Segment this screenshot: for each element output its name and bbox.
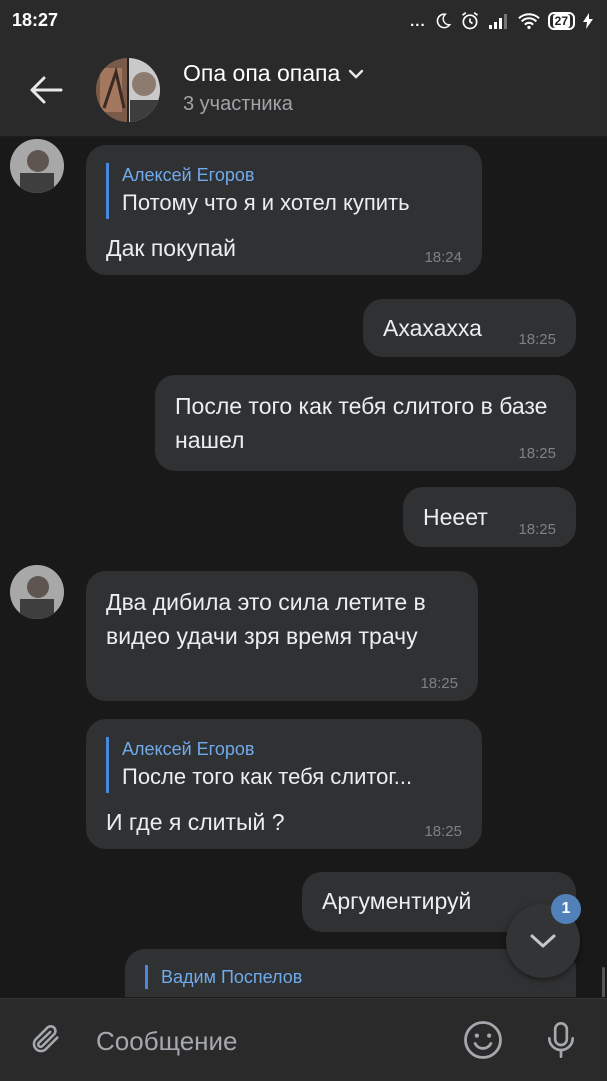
message-time: 18:25 bbox=[518, 445, 556, 462]
wifi-icon bbox=[517, 13, 540, 30]
message-text: Аргументируй bbox=[322, 888, 472, 914]
status-time: 18:27 bbox=[12, 10, 59, 30]
message-time: 18:25 bbox=[518, 331, 556, 348]
emoji-icon bbox=[464, 1021, 502, 1059]
paperclip-icon bbox=[32, 1025, 59, 1053]
chat-subtitle: 3 участника bbox=[183, 93, 293, 115]
message-bubble-outgoing[interactable]: Ахахахха 18:25 bbox=[363, 299, 576, 357]
back-button[interactable] bbox=[24, 68, 68, 112]
message-bubble-incoming[interactable]: Алексей Егоров После того как тебя слито… bbox=[86, 719, 482, 849]
message-text: После того как тебя слитого в базе нашел bbox=[175, 393, 548, 453]
unread-badge: 1 bbox=[551, 894, 581, 924]
scroll-down-chevron-icon bbox=[530, 934, 556, 948]
microphone-icon bbox=[548, 1022, 574, 1058]
message-time: 18:25 bbox=[518, 521, 556, 538]
reply-quote[interactable]: Вадим Поспелов bbox=[145, 965, 302, 989]
sender-avatar-image bbox=[10, 565, 64, 619]
attach-button[interactable] bbox=[26, 1019, 66, 1059]
sender-avatar-image bbox=[10, 139, 64, 193]
message-text: Нееет bbox=[423, 504, 488, 530]
chat-avatar-image bbox=[96, 58, 160, 122]
sender-avatar[interactable] bbox=[10, 139, 64, 193]
chat-title-text: Опа опа опапа bbox=[183, 60, 341, 86]
battery-level: 27 bbox=[552, 14, 570, 28]
chat-avatar[interactable] bbox=[96, 58, 160, 122]
battery-indicator: 27 bbox=[547, 12, 575, 30]
quote-author: Вадим Поспелов bbox=[161, 967, 303, 987]
message-time: 18:25 bbox=[420, 675, 458, 692]
message-composer bbox=[0, 998, 607, 1081]
charging-icon bbox=[583, 13, 593, 29]
chevron-down-icon bbox=[349, 69, 364, 79]
message-bubble-incoming[interactable]: Алексей Егоров Потому что я и хотел купи… bbox=[86, 145, 482, 275]
emoji-button[interactable] bbox=[460, 1017, 506, 1063]
scrollbar[interactable] bbox=[602, 967, 605, 997]
message-input[interactable] bbox=[96, 1023, 436, 1059]
status-dots: ... bbox=[410, 12, 426, 30]
quote-text: После того как тебя слитог... bbox=[122, 764, 413, 789]
sender-avatar[interactable] bbox=[10, 565, 64, 619]
message-bubble-incoming[interactable]: Два дибила это сила летите в видео удачи… bbox=[86, 571, 478, 701]
message-text: Дак покупай bbox=[106, 235, 236, 261]
message-text: И где я слитый ? bbox=[106, 809, 285, 835]
quote-author: Алексей Егоров bbox=[122, 739, 255, 759]
microphone-button[interactable] bbox=[538, 1017, 584, 1063]
chat-header: Опа опа опапа 3 участника bbox=[0, 42, 607, 137]
message-text: Ахахахха bbox=[383, 315, 482, 341]
chat-title[interactable]: Опа опа опапа bbox=[183, 60, 364, 87]
message-list: Алексей Егоров Потому что я и хотел купи… bbox=[0, 137, 607, 997]
message-bubble-outgoing[interactable]: После того как тебя слитого в базе нашел… bbox=[155, 375, 576, 471]
alarm-icon bbox=[461, 12, 478, 30]
back-arrow-icon bbox=[30, 76, 63, 104]
message-bubble-outgoing[interactable]: Нееет 18:25 bbox=[403, 487, 576, 547]
status-icons: ... 27 bbox=[410, 8, 593, 34]
status-bar: 18:27 ... 27 bbox=[0, 0, 607, 42]
reply-quote[interactable]: Алексей Егоров После того как тебя слито… bbox=[106, 737, 412, 793]
reply-quote[interactable]: Алексей Егоров Потому что я и хотел купи… bbox=[106, 163, 410, 219]
quote-author: Алексей Егоров bbox=[122, 165, 255, 185]
message-time: 18:25 bbox=[424, 823, 462, 840]
signal-icon bbox=[488, 14, 507, 29]
moon-icon bbox=[436, 13, 451, 29]
quote-text: Потому что я и хотел купить bbox=[122, 190, 410, 215]
message-text: Два дибила это сила летите в видео удачи… bbox=[106, 589, 426, 649]
message-time: 18:24 bbox=[424, 249, 462, 266]
